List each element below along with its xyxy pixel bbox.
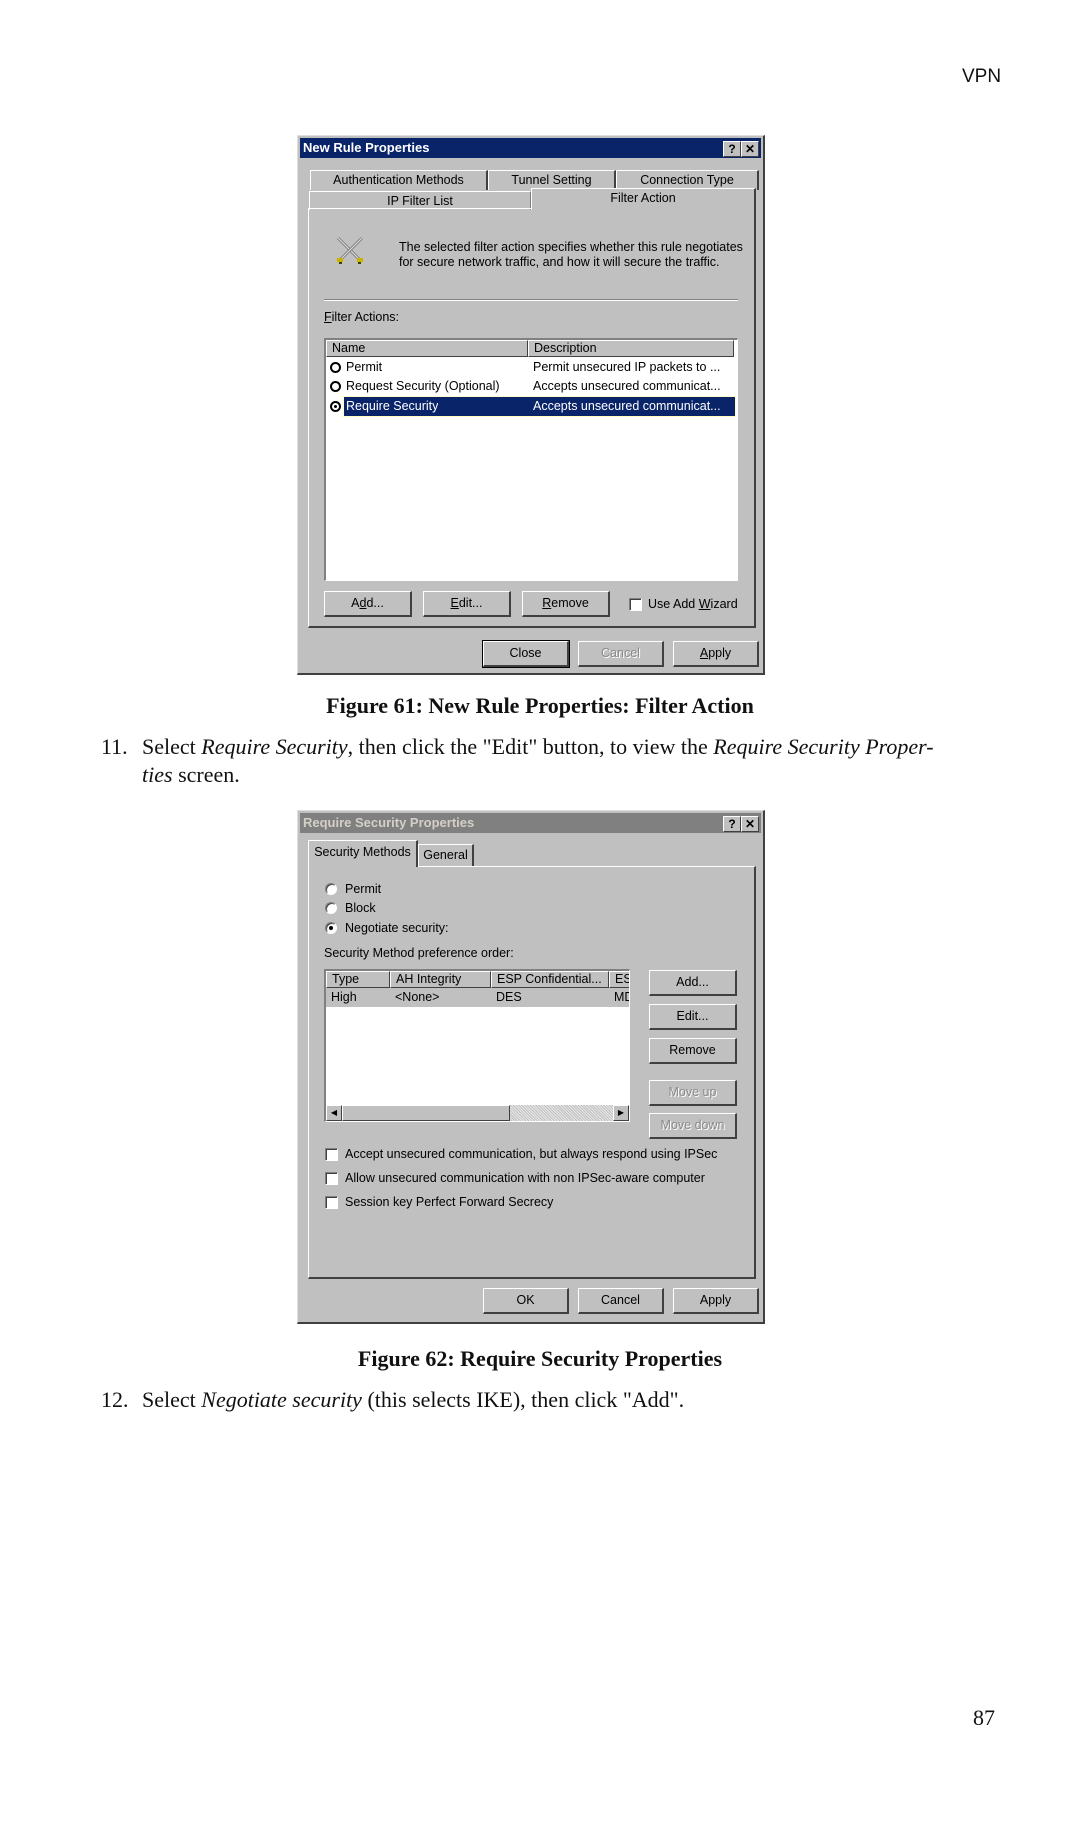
edit-button[interactable]: Edit...	[423, 591, 511, 617]
step-12: 12. Select Negotiate security (this sele…	[101, 1387, 685, 1412]
close-icon[interactable]: ✕	[741, 141, 759, 157]
close-icon[interactable]: ✕	[741, 816, 759, 832]
cancel-button[interactable]: Cancel	[578, 641, 664, 667]
apply-button[interactable]: Apply	[673, 1288, 759, 1314]
column-header-type[interactable]: Type	[326, 971, 390, 988]
filter-action-description-line1: The selected filter action specifies whe…	[399, 240, 743, 254]
tab-security-methods[interactable]: Security Methods	[308, 840, 418, 867]
move-up-button[interactable]: Move up	[649, 1080, 737, 1106]
separator	[324, 299, 738, 301]
perfect-forward-secrecy-checkbox[interactable]	[325, 1196, 338, 1209]
running-head: VPN	[962, 66, 1002, 87]
list-item[interactable]: High <None> DES MD	[326, 988, 629, 1007]
column-header-esp-confidentiality[interactable]: ESP Confidential...	[491, 971, 609, 988]
tab-filter-action[interactable]: Filter Action	[531, 188, 756, 210]
block-radio[interactable]	[325, 902, 337, 914]
filter-actions-list[interactable]: Name Description Permit Permit unsecured…	[324, 338, 738, 581]
allow-unsecured-checkbox[interactable]	[325, 1172, 338, 1185]
require-security-properties-dialog: Require Security Properties ? ✕ Security…	[297, 810, 765, 1324]
accept-unsecured-checkbox[interactable]	[325, 1148, 338, 1161]
new-rule-properties-dialog: New Rule Properties ? ✕ Authentication M…	[297, 135, 765, 675]
security-methods-list[interactable]: Type AH Integrity ESP Confidential... ES…	[324, 969, 630, 1122]
help-icon[interactable]: ?	[723, 141, 741, 157]
use-add-wizard-checkbox[interactable]	[629, 598, 642, 611]
accept-unsecured-label: Accept unsecured communication, but alwa…	[345, 1147, 718, 1161]
radio-icon	[330, 362, 341, 373]
tab-connection-type[interactable]: Connection Type	[616, 170, 759, 190]
horizontal-scrollbar[interactable]: ◀ ▶	[326, 1105, 629, 1121]
help-icon[interactable]: ?	[723, 816, 741, 832]
list-item-selected[interactable]: Require Security Accepts unsecured commu…	[326, 396, 737, 417]
list-item[interactable]: Request Security (Optional) Accepts unse…	[326, 377, 737, 396]
column-header-name[interactable]: Name	[326, 340, 528, 357]
column-header-description[interactable]: Description	[528, 340, 734, 357]
negotiate-security-radio-label: Negotiate security:	[345, 921, 449, 935]
edit-button[interactable]: Edit...	[649, 1004, 737, 1030]
column-header-esp-integrity[interactable]: ES	[609, 971, 629, 988]
permit-radio-label: Permit	[345, 882, 382, 896]
security-method-list-label: Security Method preference order:	[324, 946, 514, 960]
step-11: 11. Select Require Security, then click …	[101, 734, 934, 787]
column-header-ah-integrity[interactable]: AH Integrity	[390, 971, 491, 988]
add-button[interactable]: Add...	[324, 591, 412, 617]
scroll-right-icon[interactable]: ▶	[613, 1105, 629, 1121]
close-button[interactable]: Close	[482, 640, 570, 668]
list-item[interactable]: Permit Permit unsecured IP packets to ..…	[326, 358, 737, 377]
cancel-button[interactable]: Cancel	[578, 1288, 664, 1314]
filter-action-description-line2: for secure network traffic, and how it w…	[399, 255, 720, 269]
dialog-title: New Rule Properties	[303, 140, 430, 155]
negotiate-security-radio[interactable]	[325, 922, 337, 934]
radio-selected-icon	[330, 401, 341, 412]
page-number: 87	[973, 1705, 995, 1730]
ok-button[interactable]: OK	[483, 1288, 569, 1314]
perfect-forward-secrecy-label: Session key Perfect Forward Secrecy	[345, 1195, 554, 1209]
block-radio-label: Block	[345, 901, 376, 915]
filter-actions-label: Filter Actions:	[324, 310, 400, 324]
tab-authentication-methods[interactable]: Authentication Methods	[310, 170, 488, 190]
radio-icon	[330, 381, 341, 392]
permit-radio[interactable]	[325, 883, 337, 895]
use-add-wizard-label: Use Add Wizard	[648, 597, 738, 611]
remove-button[interactable]: Remove	[649, 1038, 737, 1064]
scrollbar-thumb[interactable]	[342, 1105, 510, 1121]
crossed-swords-icon	[334, 234, 366, 266]
add-button[interactable]: Add...	[649, 970, 737, 996]
move-down-button[interactable]: Move down	[649, 1113, 737, 1139]
apply-button[interactable]: Apply	[673, 641, 759, 667]
allow-unsecured-label: Allow unsecured communication with non I…	[345, 1171, 705, 1185]
tab-general[interactable]: General	[418, 844, 474, 866]
scroll-left-icon[interactable]: ◀	[326, 1105, 342, 1121]
dialog-title: Require Security Properties	[303, 815, 475, 830]
dialog-titlebar: Require Security Properties ? ✕	[300, 813, 761, 833]
figure-62-caption: Figure 62: Require Security Properties	[357, 1346, 723, 1371]
tab-tunnel-setting[interactable]: Tunnel Setting	[488, 170, 616, 190]
figure-61-caption: Figure 61: New Rule Properties: Filter A…	[326, 693, 754, 718]
remove-button[interactable]: Remove	[522, 591, 610, 617]
dialog-titlebar: New Rule Properties ? ✕	[300, 138, 761, 158]
